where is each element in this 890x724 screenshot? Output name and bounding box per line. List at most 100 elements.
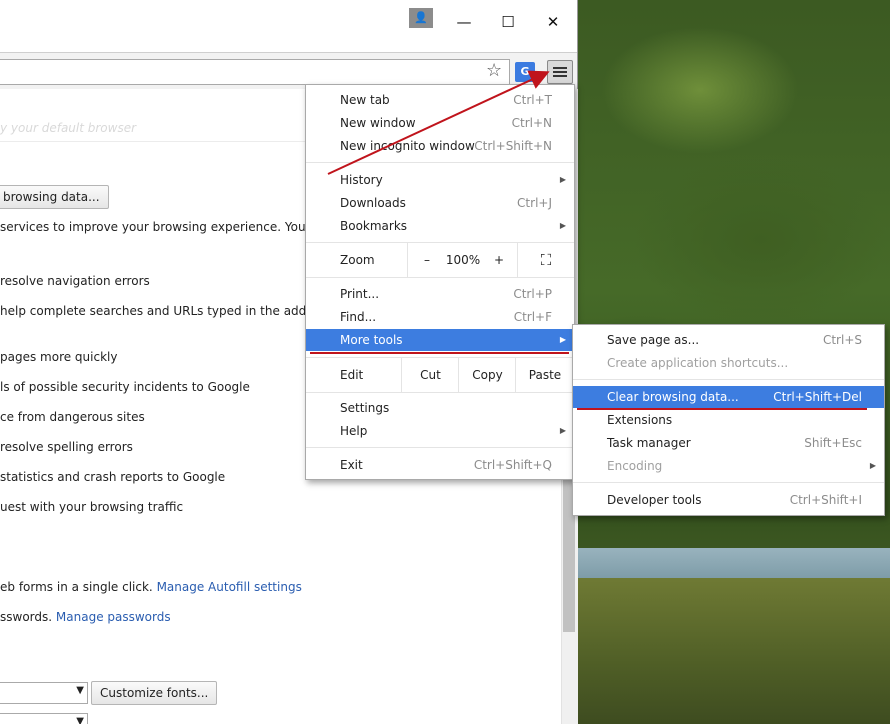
menu-item-shortcut: Ctrl+P xyxy=(513,287,552,301)
title-bar: 👤 — ☐ ✕ xyxy=(0,0,577,52)
more-tools-submenu: Save page as... Ctrl+S Create applicatio… xyxy=(572,324,885,516)
menu-item-settings[interactable]: Settings xyxy=(306,397,574,419)
menu-item-label: Find... xyxy=(340,310,377,324)
menu-item-new-tab[interactable]: New tab Ctrl+T xyxy=(306,89,574,111)
menu-item-new-window[interactable]: New window Ctrl+N xyxy=(306,112,574,134)
submenu-item-clear-browsing-data[interactable]: Clear browsing data... Ctrl+Shift+Del xyxy=(573,386,884,408)
hamburger-icon xyxy=(553,67,567,69)
close-button[interactable]: ✕ xyxy=(531,8,575,36)
submenu-item-create-shortcuts: Create application shortcuts... xyxy=(573,352,884,374)
privacy-option-text: uest with your browsing traffic xyxy=(0,500,184,514)
menu-item-label: Save page as... xyxy=(607,333,700,347)
menu-separator xyxy=(306,277,574,278)
menu-item-label: Help xyxy=(340,424,368,438)
privacy-option-text: help complete searches and URLs typed in… xyxy=(0,304,350,318)
menu-item-label: Developer tools xyxy=(607,493,702,507)
submenu-item-extensions[interactable]: Extensions xyxy=(573,409,884,431)
menu-item-label: Task manager xyxy=(607,436,691,450)
privacy-option-text: pages more quickly xyxy=(0,350,118,364)
menu-item-bookmarks[interactable]: Bookmarks ▶ xyxy=(306,215,574,237)
submenu-item-developer-tools[interactable]: Developer tools Ctrl+Shift+I xyxy=(573,489,884,511)
chrome-main-menu: New tab Ctrl+T New window Ctrl+N New inc… xyxy=(305,84,575,480)
menu-item-label: Encoding xyxy=(607,459,663,473)
submenu-arrow-icon: ▶ xyxy=(559,426,566,435)
submenu-item-encoding: Encoding ▶ xyxy=(573,455,884,477)
profile-avatar-icon[interactable]: 👤 xyxy=(409,8,433,28)
tab-strip xyxy=(0,12,300,52)
menu-item-label: Zoom xyxy=(340,253,375,267)
autofill-text: eb forms in a single click. xyxy=(0,580,153,594)
fullscreen-icon[interactable]: ⛶ xyxy=(517,243,574,277)
menu-item-label: Edit xyxy=(340,368,364,382)
menu-separator xyxy=(306,447,574,448)
menu-item-label: Print... xyxy=(340,287,380,301)
submenu-arrow-icon: ▶ xyxy=(869,461,876,470)
menu-item-help[interactable]: Help ▶ xyxy=(306,420,574,442)
clear-browsing-data-button[interactable]: browsing data... xyxy=(0,185,109,209)
menu-item-shortcut: Ctrl+Shift+Del xyxy=(773,390,862,404)
privacy-option-text: resolve spelling errors xyxy=(0,440,133,454)
privacy-option-text: statistics and crash reports to Google xyxy=(0,470,226,484)
menu-item-label: History xyxy=(340,173,383,187)
menu-item-downloads[interactable]: Downloads Ctrl+J xyxy=(306,192,574,214)
page-zoom-select[interactable] xyxy=(0,713,88,724)
menu-item-shortcut: Ctrl+Shift+I xyxy=(789,493,862,507)
menu-item-label: Exit xyxy=(340,458,363,472)
passwords-text: sswords. xyxy=(0,610,53,624)
privacy-option-text: ce from dangerous sites xyxy=(0,410,145,424)
maximize-button[interactable]: ☐ xyxy=(486,8,530,36)
menu-item-exit[interactable]: Exit Ctrl+Shift+Q xyxy=(306,454,574,476)
menu-item-more-tools[interactable]: More tools ▶ xyxy=(306,329,574,351)
paste-button[interactable]: Paste xyxy=(515,358,574,392)
manage-passwords-link[interactable]: Manage passwords xyxy=(56,610,171,624)
submenu-arrow-icon: ▶ xyxy=(559,175,566,184)
bookmark-star-icon[interactable]: ☆ xyxy=(486,61,502,81)
menu-item-label: Clear browsing data... xyxy=(607,390,739,404)
zoom-out-button[interactable]: – xyxy=(407,243,446,277)
wallpaper-reeds xyxy=(578,578,890,724)
translate-extension-icon[interactable]: G xyxy=(515,62,535,82)
submenu-arrow-icon: ▶ xyxy=(559,335,566,344)
menu-item-shortcut: Shift+Esc xyxy=(804,436,862,450)
menu-item-label: Bookmarks xyxy=(340,219,408,233)
menu-item-shortcut: Ctrl+Shift+N xyxy=(474,139,552,153)
menu-item-print[interactable]: Print... Ctrl+P xyxy=(306,283,574,305)
menu-separator xyxy=(573,379,884,380)
zoom-in-button[interactable]: + xyxy=(481,243,517,277)
passwords-row: sswords. Manage passwords xyxy=(0,610,171,624)
customize-fonts-button[interactable]: Customize fonts... xyxy=(91,681,218,705)
manage-autofill-link[interactable]: Manage Autofill settings xyxy=(157,580,302,594)
menu-item-label: Create application shortcuts... xyxy=(607,356,789,370)
autofill-row: eb forms in a single click. Manage Autof… xyxy=(0,580,302,594)
menu-item-find[interactable]: Find... Ctrl+F xyxy=(306,306,574,328)
menu-item-shortcut: Ctrl+J xyxy=(517,196,552,210)
chrome-menu-button[interactable] xyxy=(547,60,573,84)
menu-item-new-incognito[interactable]: New incognito window Ctrl+Shift+N xyxy=(306,135,574,157)
menu-separator xyxy=(306,392,574,393)
menu-item-label: New window xyxy=(340,116,416,130)
menu-item-history[interactable]: History ▶ xyxy=(306,169,574,191)
privacy-option-text: resolve navigation errors xyxy=(0,274,150,288)
hamburger-icon xyxy=(553,71,567,73)
address-bar[interactable] xyxy=(0,59,510,85)
hamburger-icon xyxy=(553,75,567,77)
copy-button[interactable]: Copy xyxy=(458,358,516,392)
submenu-arrow-icon: ▶ xyxy=(559,221,566,230)
submenu-item-task-manager[interactable]: Task manager Shift+Esc xyxy=(573,432,884,454)
menu-item-label: Settings xyxy=(340,401,390,415)
menu-item-label: Downloads xyxy=(340,196,406,210)
menu-item-shortcut: Ctrl+N xyxy=(511,116,552,130)
menu-item-shortcut: Ctrl+S xyxy=(822,333,862,347)
minimize-button[interactable]: — xyxy=(442,8,486,36)
menu-item-label: New tab xyxy=(340,93,390,107)
menu-item-label: More tools xyxy=(340,333,403,347)
cut-button[interactable]: Cut xyxy=(401,358,459,392)
menu-separator xyxy=(306,162,574,163)
submenu-item-save-page[interactable]: Save page as... Ctrl+S xyxy=(573,329,884,351)
menu-item-shortcut: Ctrl+T xyxy=(513,93,552,107)
default-browser-text: y your default browser xyxy=(0,121,137,135)
font-size-select[interactable] xyxy=(0,682,88,704)
menu-item-shortcut: Ctrl+Shift+Q xyxy=(473,458,552,472)
menu-item-label: New incognito window xyxy=(340,139,475,153)
zoom-level: 100% xyxy=(445,253,481,267)
